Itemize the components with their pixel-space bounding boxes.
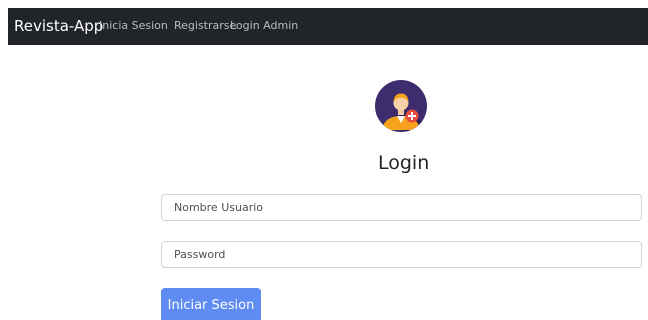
login-title: Login (378, 152, 430, 174)
user-add-icon (375, 80, 427, 132)
login-submit-button[interactable]: Iniciar Sesion (161, 288, 261, 320)
nav-link-login-admin[interactable]: Login Admin (230, 18, 298, 34)
username-input[interactable] (161, 194, 642, 221)
password-input[interactable] (161, 241, 642, 268)
top-navbar: Revista-App Inicia Sesion Registrarse Lo… (8, 8, 648, 45)
nav-link-registrarse[interactable]: Registrarse (174, 18, 236, 34)
brand-link[interactable]: Revista-App (14, 16, 103, 36)
login-page: Revista-App Inicia Sesion Registrarse Lo… (0, 0, 648, 320)
nav-link-inicia-sesion[interactable]: Inicia Sesion (99, 18, 168, 34)
